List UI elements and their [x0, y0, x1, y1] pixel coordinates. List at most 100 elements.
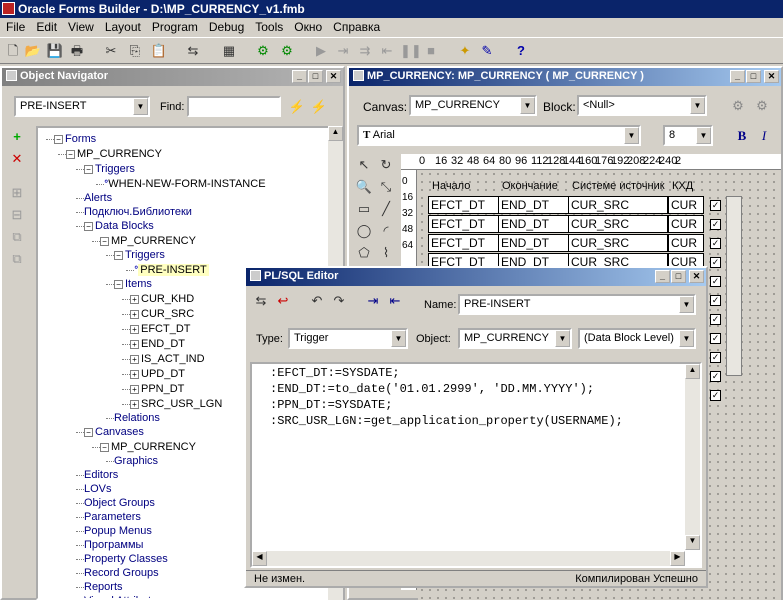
tree-node[interactable]: − Triggers: [114, 248, 165, 262]
expand-node-icon[interactable]: +: [130, 399, 139, 409]
tree-node[interactable]: ᐤWHEN-NEW-FORM-INSTANCE: [104, 177, 266, 191]
layout-minimize-button[interactable]: _: [730, 70, 745, 83]
text-item[interactable]: CUR_SRC: [568, 234, 668, 252]
tree-node[interactable]: + EFCT_DT: [130, 322, 191, 336]
text-item[interactable]: CUR: [668, 234, 704, 252]
text-item[interactable]: EFCT_DT: [428, 234, 500, 252]
rotate-tool-icon[interactable]: ↻: [377, 156, 395, 174]
tree-node[interactable]: + SRC_USR_LGN: [130, 397, 222, 411]
outdent-icon[interactable]: ⇤: [386, 292, 404, 310]
tree-node[interactable]: − MP_CURRENCY: [100, 234, 196, 248]
chevron-down-icon[interactable]: ▼: [679, 296, 694, 313]
chevron-down-icon[interactable]: ▼: [679, 330, 694, 347]
column-header-label[interactable]: Системе источник: [572, 180, 665, 192]
collapse-node-icon[interactable]: −: [114, 250, 123, 260]
checkbox-item[interactable]: ✓: [710, 314, 721, 325]
collapse-node-icon[interactable]: −: [100, 442, 109, 452]
tree-node[interactable]: ᐤ PRE-INSERT: [134, 263, 209, 277]
text-item[interactable]: EFCT_DT: [428, 215, 500, 233]
step-out-icon[interactable]: ⇤: [378, 42, 396, 60]
checkbox-item[interactable]: ✓: [710, 219, 721, 230]
tree-node[interactable]: Relations: [114, 411, 160, 425]
code-editor[interactable]: :EFCT_DT:=SYSDATE; :END_DT:=to_date('01.…: [250, 362, 702, 568]
text-item[interactable]: CUR_SRC: [568, 196, 668, 214]
text-item[interactable]: END_DT: [498, 196, 570, 214]
expand-node-icon[interactable]: +: [130, 384, 139, 394]
menu-view[interactable]: View: [62, 18, 99, 34]
paste-icon[interactable]: 📋: [150, 42, 168, 60]
column-header-label[interactable]: Начало: [432, 180, 470, 192]
tree-node[interactable]: Parameters: [84, 510, 141, 524]
checkbox-item[interactable]: ✓: [710, 371, 721, 382]
collapse-node-icon[interactable]: −: [84, 164, 93, 174]
text-item[interactable]: END_DT: [498, 215, 570, 233]
code-line-2[interactable]: :END_DT:=to_date('01.01.2999', 'DD.MM.YY…: [270, 382, 594, 396]
minimize-button[interactable]: _: [292, 70, 307, 83]
collapse-node-icon[interactable]: −: [84, 221, 93, 231]
tree-node[interactable]: Record Groups: [84, 566, 159, 580]
tree-node[interactable]: − Forms: [54, 132, 96, 146]
redo-icon[interactable]: ↷: [330, 292, 348, 310]
plsql-minimize-button[interactable]: _: [655, 270, 670, 283]
chevron-down-icon[interactable]: ▼: [696, 127, 711, 144]
column-header-label[interactable]: КХД: [672, 180, 693, 192]
chevron-down-icon[interactable]: ▼: [624, 127, 639, 144]
indent-icon[interactable]: ⇥: [364, 292, 382, 310]
chevron-down-icon[interactable]: ▼: [133, 98, 148, 115]
canvas-dropdown[interactable]: MP_CURRENCY ▼: [409, 95, 537, 116]
expand-node-icon[interactable]: +: [130, 324, 139, 334]
expand-node-icon[interactable]: +: [130, 354, 139, 364]
tree-node[interactable]: Editors: [84, 468, 118, 482]
chevron-down-icon[interactable]: ▼: [520, 97, 535, 114]
tree-node[interactable]: − MP_CURRENCY: [100, 440, 196, 454]
font-dropdown[interactable]: T Arial ▼: [357, 125, 641, 146]
arc-tool-icon[interactable]: ◜: [377, 222, 395, 240]
tree-node[interactable]: Visual Attributes: [84, 594, 163, 598]
name-dropdown[interactable]: PRE-INSERT ▼: [458, 294, 696, 315]
tree-node[interactable]: + CUR_SRC: [130, 307, 194, 321]
expand-all-icon[interactable]: ⧉: [8, 228, 26, 246]
copy-icon[interactable]: ⎘: [126, 42, 144, 60]
text-item[interactable]: EFCT_DT: [428, 196, 500, 214]
scroll-up-icon[interactable]: ▲: [685, 364, 700, 379]
magnify-tool-icon[interactable]: 🔍: [355, 178, 373, 196]
chevron-down-icon[interactable]: ▼: [555, 330, 570, 347]
scroll-down-icon[interactable]: ▼: [685, 535, 700, 550]
tree-node[interactable]: − Triggers: [84, 162, 135, 176]
line-tool-icon[interactable]: ╱: [377, 200, 395, 218]
checkbox-item[interactable]: ✓: [710, 295, 721, 306]
rectangle-tool-icon[interactable]: ▭: [355, 200, 373, 218]
tree-node[interactable]: Подключ.Библиотеки: [84, 205, 192, 219]
checkbox-item[interactable]: ✓: [710, 257, 721, 268]
tree-node[interactable]: + UPD_DT: [130, 367, 185, 381]
type-dropdown[interactable]: Trigger ▼: [288, 328, 408, 349]
tree-node[interactable]: Alerts: [84, 191, 112, 205]
text-item[interactable]: CUR: [668, 196, 704, 214]
layout-maximize-button[interactable]: □: [746, 70, 761, 83]
tree-node[interactable]: + IS_ACT_IND: [130, 352, 205, 366]
italic-icon[interactable]: I: [755, 127, 773, 145]
collapse-node-icon[interactable]: −: [100, 236, 109, 246]
run-debug-icon[interactable]: ⚙: [254, 42, 272, 60]
scroll-right-icon[interactable]: ▶: [670, 551, 685, 566]
menu-program[interactable]: Program: [146, 18, 203, 34]
layout-tool-2-icon[interactable]: ⚙: [753, 97, 771, 115]
tree-node[interactable]: − Data Blocks: [84, 219, 154, 233]
collapse-node-icon[interactable]: −: [114, 279, 123, 289]
wizard-icon[interactable]: ✦: [456, 42, 474, 60]
checkbox-item[interactable]: ✓: [710, 238, 721, 249]
menu-help[interactable]: Справка: [327, 18, 385, 34]
column-header-label[interactable]: Окончание: [502, 180, 558, 192]
plsql-close-button[interactable]: ✕: [689, 270, 704, 283]
collapse-node-icon[interactable]: −: [84, 427, 93, 437]
print-icon[interactable]: 🖶: [68, 42, 86, 60]
checkbox-item[interactable]: ✓: [710, 390, 721, 401]
create-icon[interactable]: +: [8, 128, 26, 146]
ellipse-tool-icon[interactable]: ◯: [355, 222, 373, 240]
compile-pl-icon[interactable]: ⇆: [252, 292, 270, 310]
go-icon[interactable]: ▶: [312, 42, 330, 60]
menu-edit[interactable]: Edit: [30, 18, 62, 34]
menu-file[interactable]: File: [0, 18, 30, 34]
polygon-tool-icon[interactable]: ⬠: [355, 244, 373, 262]
find-next-icon[interactable]: ⚡: [310, 98, 328, 116]
